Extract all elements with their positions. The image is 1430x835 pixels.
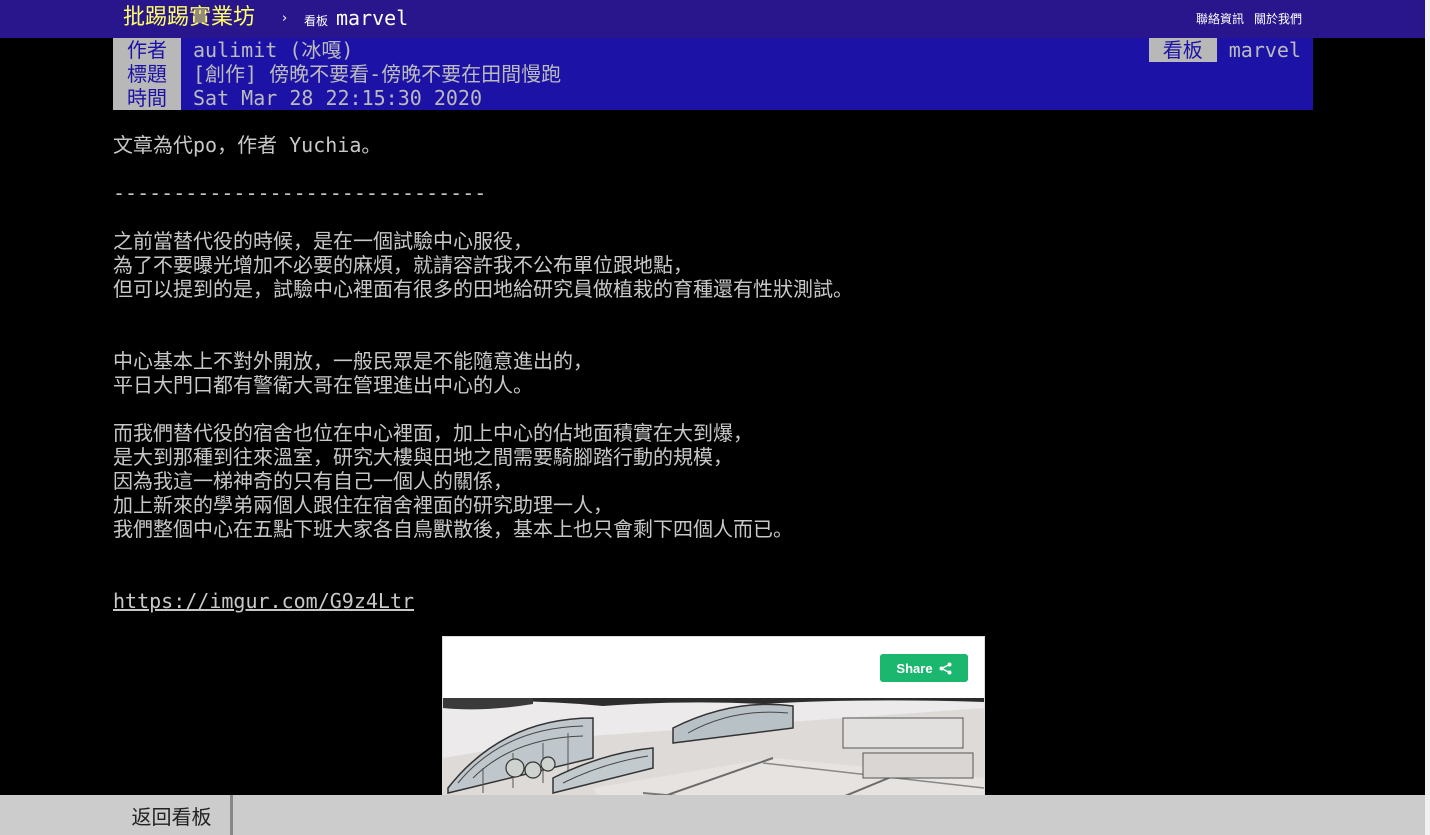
article-line: 之前當替代役的時候，是在一個試驗中心服役， bbox=[113, 229, 533, 253]
top-right-links: 聯絡資訊 關於我們 bbox=[1196, 10, 1302, 27]
article-line: 為了不要曝光增加不必要的麻煩，就請容許我不公布單位跟地點， bbox=[113, 253, 693, 277]
meta-title-row: 標題 [創作] 傍晚不要看-傍晚不要在田間慢跑 bbox=[113, 62, 561, 86]
bottom-bar: 返回看板 bbox=[0, 795, 1425, 835]
article-divider: ------------------------------- bbox=[113, 181, 487, 205]
meta-time-row: 時間 Sat Mar 28 22:15:30 2020 bbox=[113, 86, 482, 110]
meta-author-value: aulimit (冰嘎) bbox=[193, 38, 354, 62]
meta-board-row: 看板 marvel bbox=[1148, 38, 1301, 62]
back-to-board-button[interactable]: 返回看板 bbox=[113, 795, 233, 835]
meta-author-row: 作者 aulimit (冰嘎) bbox=[113, 38, 353, 62]
article-line: 平日大門口都有警衛大哥在管理進出中心的人。 bbox=[113, 373, 533, 397]
meta-title-value: [創作] 傍晚不要看-傍晚不要在田間慢跑 bbox=[193, 62, 562, 86]
article-line: 但可以提到的是，試驗中心裡面有很多的田地給研究員做植栽的育種還有性狀測試。 bbox=[113, 277, 853, 301]
meta-title-label: 標題 bbox=[113, 62, 181, 86]
contact-link[interactable]: 聯絡資訊 bbox=[1196, 10, 1244, 27]
meta-board-value: marvel bbox=[1228, 38, 1301, 62]
about-link[interactable]: 關於我們 bbox=[1254, 10, 1302, 27]
article-intro: 文章為代po，作者 Yuchia。 bbox=[113, 133, 382, 157]
page: 批踢踢實業坊 › 看板 marvel 聯絡資訊 關於我們 作者 aulimit … bbox=[0, 0, 1430, 835]
breadcrumb-board-prefix: 看板 bbox=[304, 14, 329, 28]
meta-board-label: 看板 bbox=[1148, 38, 1217, 62]
article-line: 中心基本上不對外開放，一般民眾是不能隨意進出的， bbox=[113, 349, 593, 373]
meta-time-label: 時間 bbox=[113, 86, 181, 110]
meta-time-value: Sat Mar 28 22:15:30 2020 bbox=[193, 86, 482, 110]
share-icon bbox=[939, 662, 952, 674]
breadcrumb-separator: › bbox=[282, 11, 288, 26]
article-meta-header: 作者 aulimit (冰嘎) 看板 marvel 標題 [創作] 傍晚不要看-… bbox=[113, 38, 1313, 110]
article-line: 而我們替代役的宿舍也位在中心裡面，加上中心的佔地面積實在大到爆， bbox=[113, 421, 753, 445]
article-line: 我們整個中心在五點下班大家各自鳥獸散後，基本上也只會剩下四個人而已。 bbox=[113, 517, 793, 541]
page-scrollbar[interactable] bbox=[1425, 0, 1430, 835]
article-line: 加上新來的學弟兩個人跟住在宿舍裡面的研究助理一人， bbox=[113, 493, 613, 517]
share-button-label: Share bbox=[896, 660, 933, 676]
article-line: 是大到那種到往來溫室，研究大樓與田地之間需要騎腳踏行動的規模， bbox=[113, 445, 733, 469]
imgur-link[interactable]: https://imgur.com/G9z4Ltr bbox=[113, 589, 414, 613]
article-line: 因為我這一梯神奇的只有自己一個人的關係， bbox=[113, 469, 513, 493]
top-navbar: 批踢踢實業坊 › 看板 marvel 聯絡資訊 關於我們 bbox=[0, 0, 1425, 38]
site-logo-link[interactable]: 批踢踢實業坊 bbox=[123, 4, 255, 32]
share-button[interactable]: Share bbox=[880, 654, 968, 682]
breadcrumb-board-link[interactable]: marvel bbox=[336, 6, 408, 30]
meta-author-label: 作者 bbox=[113, 38, 181, 62]
